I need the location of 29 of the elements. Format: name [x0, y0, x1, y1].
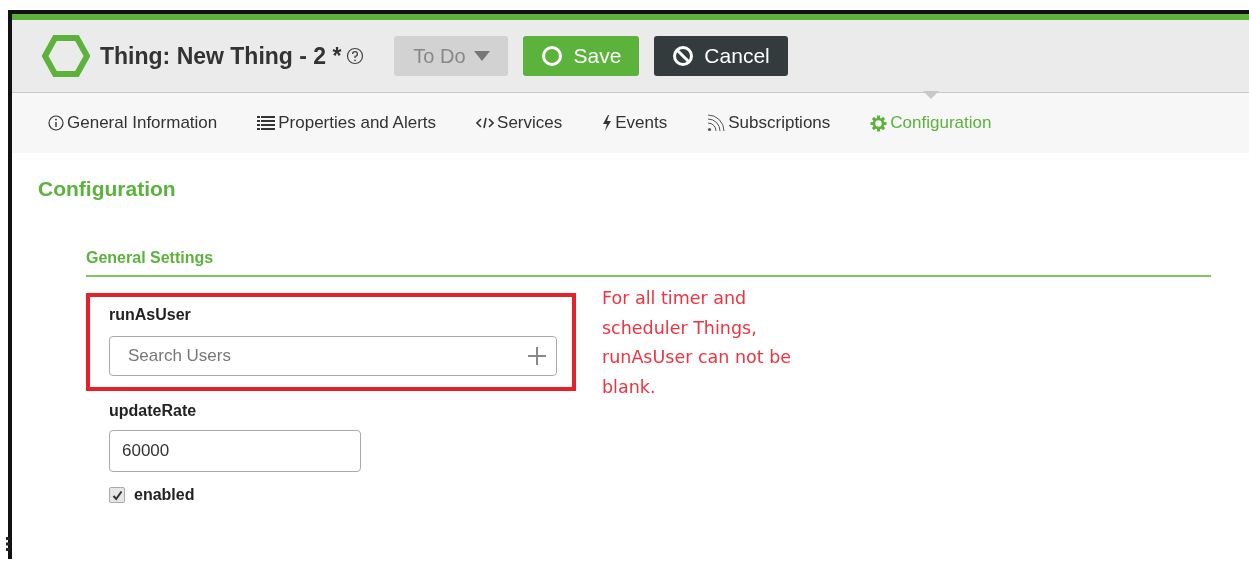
- help-icon[interactable]: [346, 47, 365, 65]
- field-label: runAsUser: [109, 306, 192, 324]
- bolt-icon: [602, 115, 613, 131]
- window-title: Thing: New Thing - 2 *: [100, 42, 342, 70]
- field-label: updateRate: [109, 402, 198, 420]
- add-icon[interactable]: [527, 346, 547, 366]
- search-field[interactable]: Search Users: [109, 336, 557, 376]
- tab[interactable]: Services: [476, 113, 563, 133]
- tab[interactable]: Properties and Alerts: [257, 113, 437, 133]
- hexagon-logo-icon: [42, 35, 90, 77]
- list-icon: [257, 115, 276, 131]
- tab[interactable]: Events: [602, 113, 668, 133]
- code-icon: [476, 116, 495, 130]
- tab[interactable]: Subscriptions: [707, 113, 831, 133]
- info-icon: [48, 115, 64, 131]
- checkbox[interactable]: [109, 487, 125, 503]
- tab[interactable]: General Information: [48, 113, 218, 133]
- feed-icon: [707, 114, 726, 132]
- input-field[interactable]: 60000: [109, 430, 361, 472]
- circle-icon: [541, 45, 564, 67]
- cancel-button[interactable]: Cancel: [654, 36, 788, 76]
- grip-icon: [6, 537, 10, 551]
- annotation-text: For all timer and scheduler Things, runAsUser can not be blank.: [602, 287, 791, 399]
- checkbox-label: enabled: [134, 486, 195, 504]
- gear-icon: [870, 114, 888, 132]
- page-title: Configuration: [38, 177, 177, 201]
- section-title: General Settings: [86, 249, 1211, 277]
- caret-icon: [473, 51, 490, 61]
- prohibited-icon: [672, 45, 695, 67]
